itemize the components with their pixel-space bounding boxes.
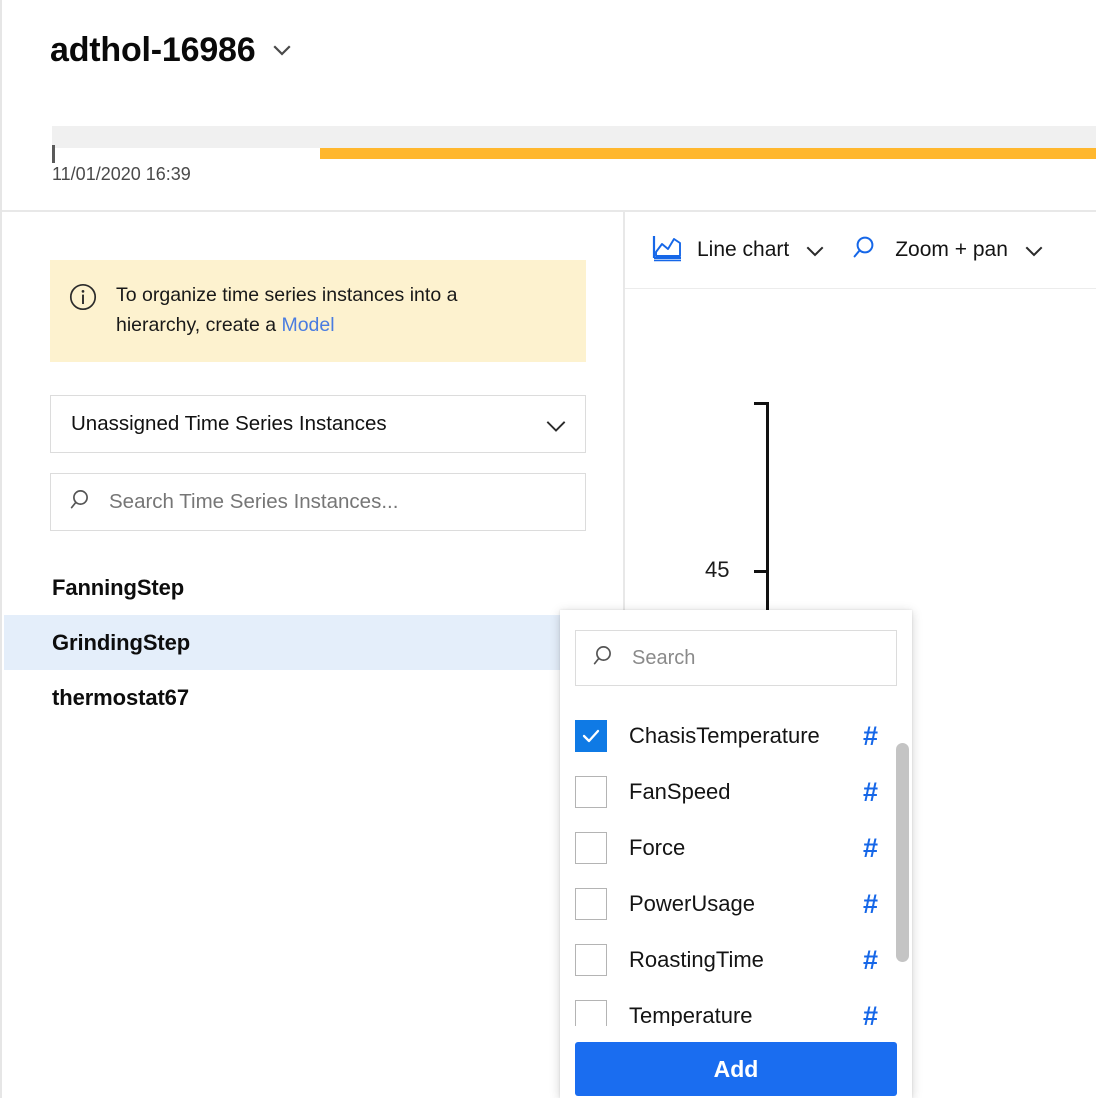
add-button[interactable]: Add	[575, 1042, 897, 1096]
variable-search-input[interactable]	[632, 646, 897, 670]
numeric-type-icon: #	[862, 944, 878, 975]
variable-name: Temperature	[629, 1003, 753, 1026]
list-item[interactable]: PowerUsage #	[560, 876, 912, 932]
instance-search-box[interactable]	[50, 473, 586, 531]
chevron-down-icon[interactable]	[271, 39, 293, 61]
search-icon	[592, 643, 618, 674]
variable-checkbox[interactable]	[575, 720, 607, 752]
variable-checkbox[interactable]	[575, 888, 607, 920]
list-item[interactable]: ChasisTemperature #	[560, 708, 912, 764]
instance-name: thermostat67	[52, 684, 189, 710]
list-item[interactable]: thermostat67	[4, 670, 623, 725]
interaction-mode-label: Zoom + pan	[895, 238, 1008, 261]
instance-list: FanningStep GrindingStep thermostat67	[4, 560, 623, 725]
line-chart-icon	[651, 233, 683, 268]
list-item[interactable]: FanSpeed #	[560, 764, 912, 820]
environment-selector[interactable]: adthol-16986	[50, 28, 293, 72]
variable-list[interactable]: ChasisTemperature # FanSpeed # Force # P…	[560, 708, 912, 1026]
numeric-type-icon: #	[862, 720, 878, 751]
numeric-type-icon: #	[862, 832, 878, 863]
chevron-down-icon[interactable]	[543, 413, 566, 435]
environment-header: adthol-16986 11/01/2020 16:39	[2, 0, 1096, 212]
availability-timeline[interactable]: 11/01/2020 16:39	[52, 126, 1096, 206]
numeric-type-icon: #	[862, 1000, 878, 1026]
info-circle-icon	[68, 282, 98, 317]
interaction-mode-button[interactable]: Zoom + pan	[843, 227, 1052, 274]
variable-checkbox[interactable]	[575, 832, 607, 864]
info-banner: To organize time series instances into a…	[50, 260, 586, 362]
chart-type-button[interactable]: Line chart	[643, 227, 833, 274]
variable-name: PowerUsage	[629, 891, 755, 916]
search-input[interactable]	[109, 490, 567, 514]
list-item[interactable]: FanningStep	[4, 560, 623, 615]
hierarchy-dropdown-value: Unassigned Time Series Instances	[71, 412, 387, 435]
instance-name: FanningStep	[52, 574, 185, 600]
variable-checkbox[interactable]	[575, 1000, 607, 1026]
list-item[interactable]: RoastingTime #	[560, 932, 912, 988]
variable-name: RoastingTime	[629, 947, 764, 972]
y-axis-top-cap	[754, 402, 768, 405]
info-banner-text: To organize time series instances into a…	[116, 280, 516, 340]
hierarchy-dropdown[interactable]: Unassigned Time Series Instances	[50, 395, 586, 453]
scrollbar-thumb[interactable]	[896, 743, 909, 962]
variable-checkbox[interactable]	[575, 944, 607, 976]
variable-checkbox[interactable]	[575, 776, 607, 808]
variable-name: Force	[629, 835, 686, 860]
variables-picker-popup: ChasisTemperature # FanSpeed # Force # P…	[560, 610, 912, 1098]
y-axis-tick-mark	[754, 570, 768, 573]
numeric-type-icon: #	[862, 776, 878, 807]
chevron-down-icon[interactable]	[803, 239, 825, 261]
instances-panel: To organize time series instances into a…	[4, 212, 625, 1098]
instance-name: GrindingStep	[52, 629, 191, 655]
search-icon	[69, 487, 95, 518]
list-item[interactable]: GrindingStep	[4, 615, 623, 670]
list-item[interactable]: Temperature #	[560, 988, 912, 1026]
variable-name: FanSpeed	[629, 779, 731, 804]
variable-search-box[interactable]	[575, 630, 897, 686]
app-window: adthol-16986 11/01/2020 16:39 To organiz…	[0, 0, 1096, 1098]
timeline-start-label: 11/01/2020 16:39	[52, 164, 191, 184]
chart-toolbar: Line chart Zoom + pan	[625, 212, 1096, 289]
timeline-availability-bar[interactable]	[320, 148, 1096, 159]
page-title: adthol-16986	[50, 31, 256, 69]
chart-type-label: Line chart	[697, 238, 790, 261]
timeline-track[interactable]	[52, 126, 1096, 148]
numeric-type-icon: #	[862, 888, 878, 919]
y-axis-tick-label: 45	[705, 557, 730, 582]
list-item[interactable]: Force #	[560, 820, 912, 876]
create-model-link[interactable]: Model	[281, 314, 334, 336]
chevron-down-icon[interactable]	[1022, 239, 1044, 261]
magnifier-icon	[851, 233, 881, 268]
variable-name: ChasisTemperature	[629, 723, 820, 748]
